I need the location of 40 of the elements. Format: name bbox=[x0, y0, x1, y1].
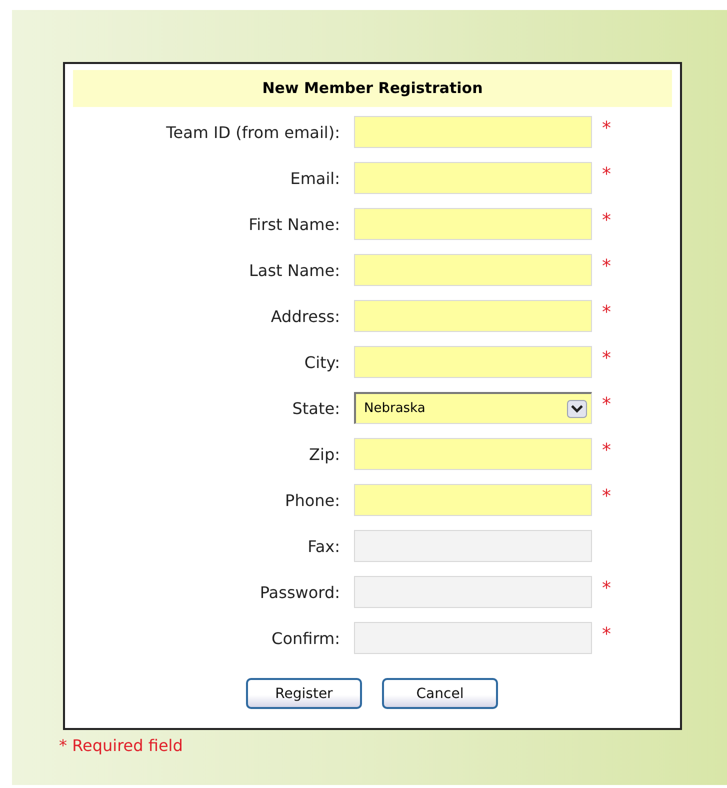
input-field[interactable] bbox=[354, 576, 592, 608]
required-mark: * bbox=[602, 302, 611, 322]
field-label: Confirm: bbox=[270, 628, 341, 648]
input-field[interactable] bbox=[354, 300, 592, 332]
register-button[interactable]: Register bbox=[246, 678, 362, 709]
input-field[interactable] bbox=[354, 162, 592, 194]
caret-icon bbox=[567, 400, 587, 418]
required-mark: * bbox=[602, 486, 611, 506]
required-mark: * bbox=[602, 118, 611, 138]
required-mark: * bbox=[602, 440, 611, 460]
field-label: Address: bbox=[270, 306, 341, 326]
input-field[interactable] bbox=[354, 254, 592, 286]
input-field[interactable] bbox=[354, 622, 592, 654]
required-mark: * bbox=[602, 348, 611, 368]
field-label: Password: bbox=[258, 582, 341, 602]
field-label: Email: bbox=[289, 168, 341, 188]
field-label: State: bbox=[291, 398, 341, 418]
field-label: Fax: bbox=[306, 536, 341, 556]
input-field[interactable] bbox=[354, 346, 592, 378]
field-label: City: bbox=[303, 352, 341, 372]
required-note: * Required field bbox=[59, 736, 184, 755]
required-mark: * bbox=[602, 210, 611, 230]
required-mark: * bbox=[602, 578, 611, 598]
input-field[interactable] bbox=[354, 116, 592, 148]
required-mark: * bbox=[602, 164, 611, 184]
required-mark: * bbox=[602, 394, 611, 414]
form-title: New Member Registration bbox=[73, 70, 672, 107]
required-mark: * bbox=[602, 624, 611, 644]
field-label: Phone: bbox=[284, 490, 341, 510]
input-field[interactable] bbox=[354, 438, 592, 470]
input-field[interactable] bbox=[354, 208, 592, 240]
input-field[interactable] bbox=[354, 530, 592, 562]
input-field[interactable] bbox=[354, 484, 592, 516]
field-label: First Name: bbox=[248, 214, 341, 234]
state-dropdown[interactable]: Nebraska bbox=[354, 392, 592, 424]
field-label: Last Name: bbox=[248, 260, 341, 280]
field-label: Zip: bbox=[308, 444, 341, 464]
cancel-button[interactable]: Cancel bbox=[382, 678, 498, 709]
required-mark: * bbox=[602, 256, 611, 276]
field-label: Team ID (from email): bbox=[165, 122, 341, 142]
